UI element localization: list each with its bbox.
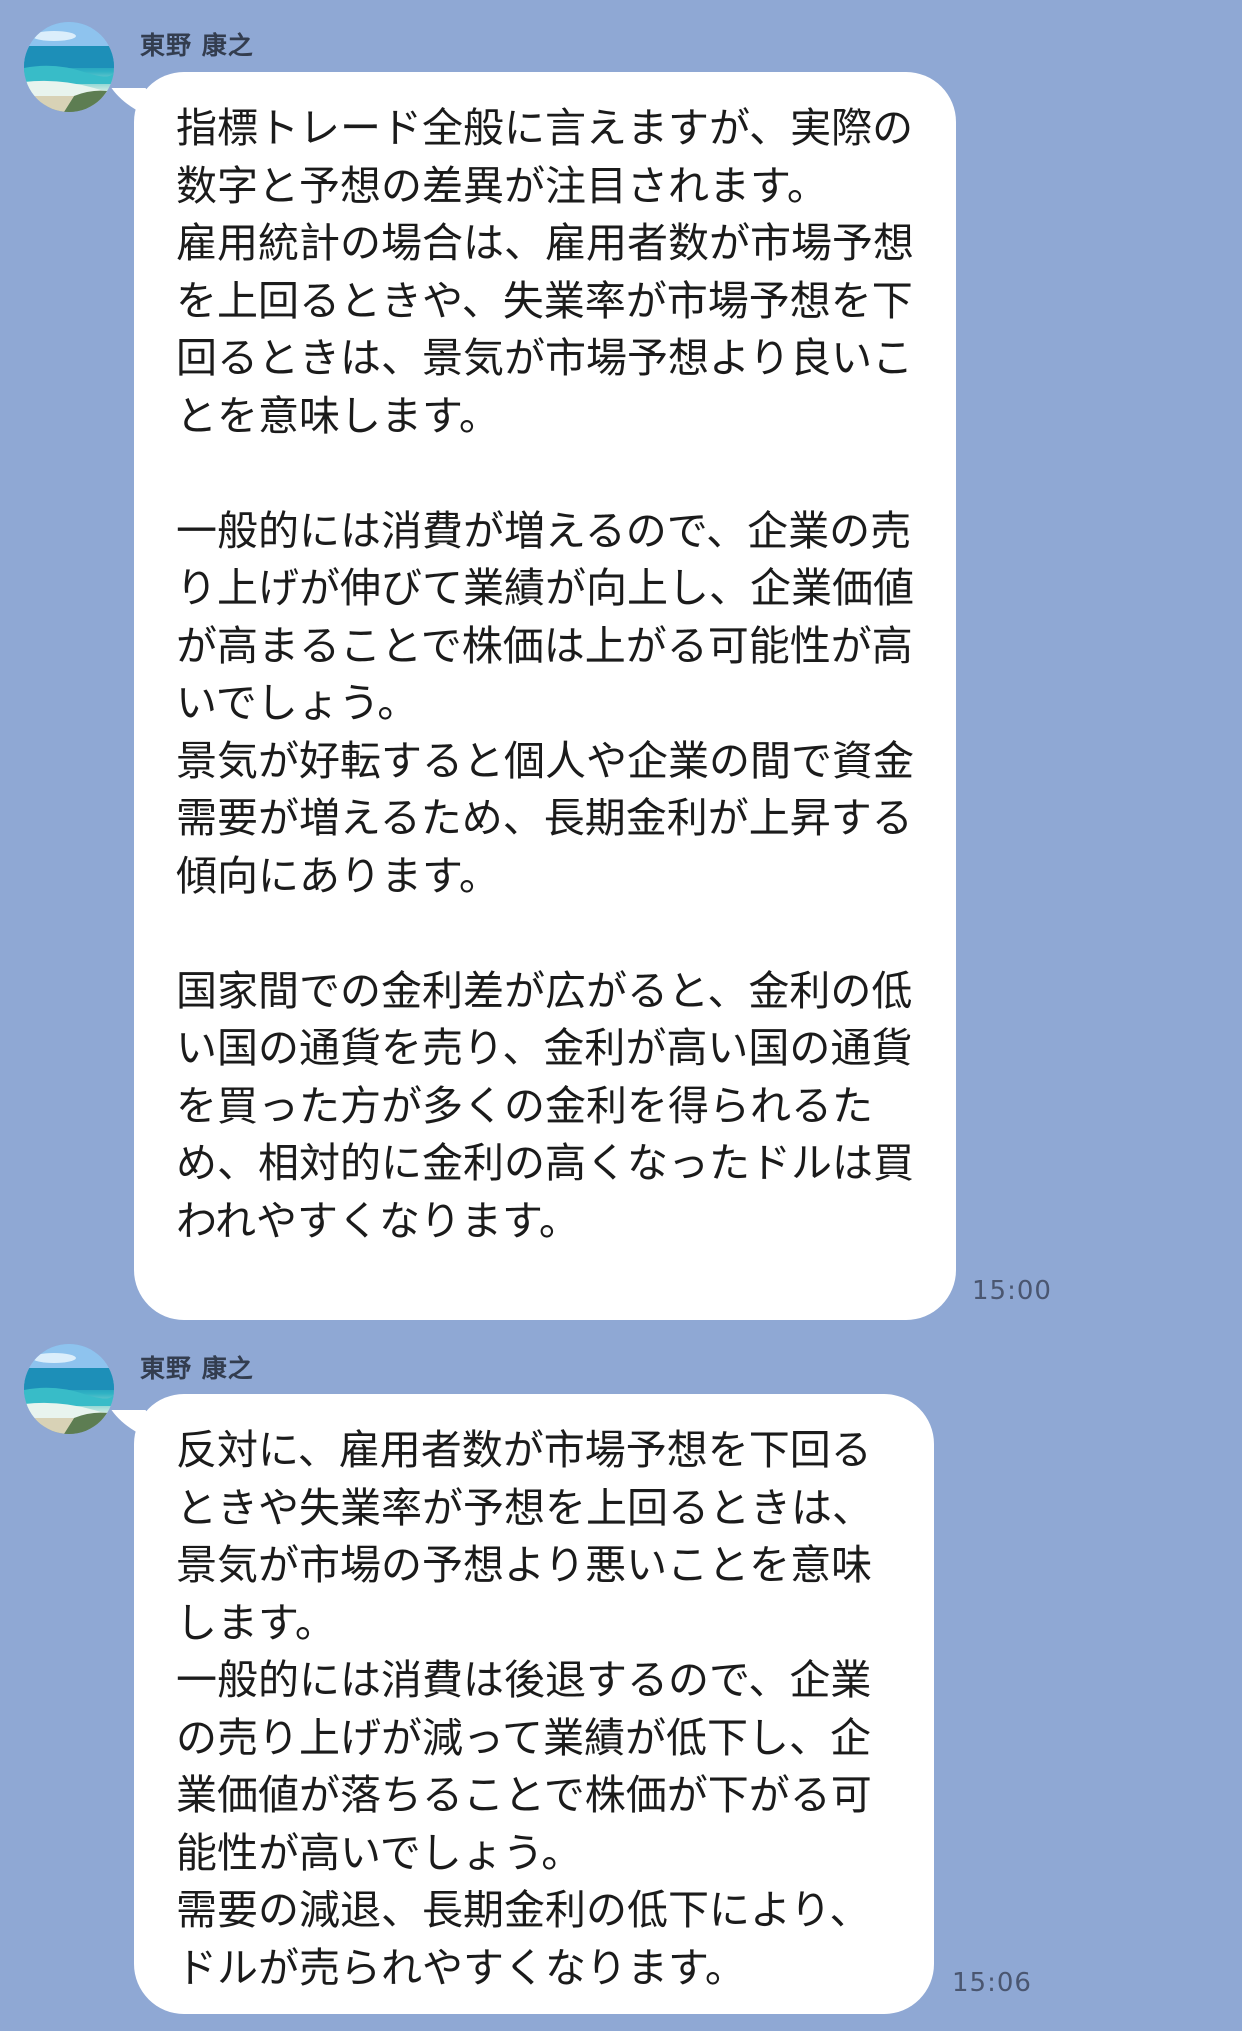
sender-name: 東野 康之	[140, 1354, 254, 1383]
message-bubble[interactable]: 反対に、雇用者数が市場予想を下回るときや失業率が予想を上回るときは、景気が市場の…	[134, 1394, 934, 2014]
beach-photo-icon	[24, 22, 114, 112]
sender-name: 東野 康之	[140, 31, 254, 60]
message-text: 反対に、雇用者数が市場予想を下回るときや失業率が予想を上回るときは、景気が市場の…	[176, 1426, 873, 1992]
beach-photo-avatar[interactable]	[24, 22, 114, 112]
message-bubble[interactable]: 指標トレード全般に言えますが、実際の数字と予想の差異が注目されます。 雇用統計の…	[134, 72, 956, 1320]
chat-area[interactable]: 東野 康之 指標トレード全般に言えますが、実際の数字と予想の差異が注目されます。…	[0, 0, 1242, 2031]
message-timestamp: 15:00	[972, 1276, 1052, 1306]
message-timestamp: 15:06	[952, 1968, 1032, 1998]
beach-photo-icon	[24, 1344, 114, 1434]
beach-photo-avatar[interactable]	[24, 1344, 114, 1434]
message-text: 指標トレード全般に言えますが、実際の数字と予想の差異が注目されます。 雇用統計の…	[176, 104, 914, 1245]
